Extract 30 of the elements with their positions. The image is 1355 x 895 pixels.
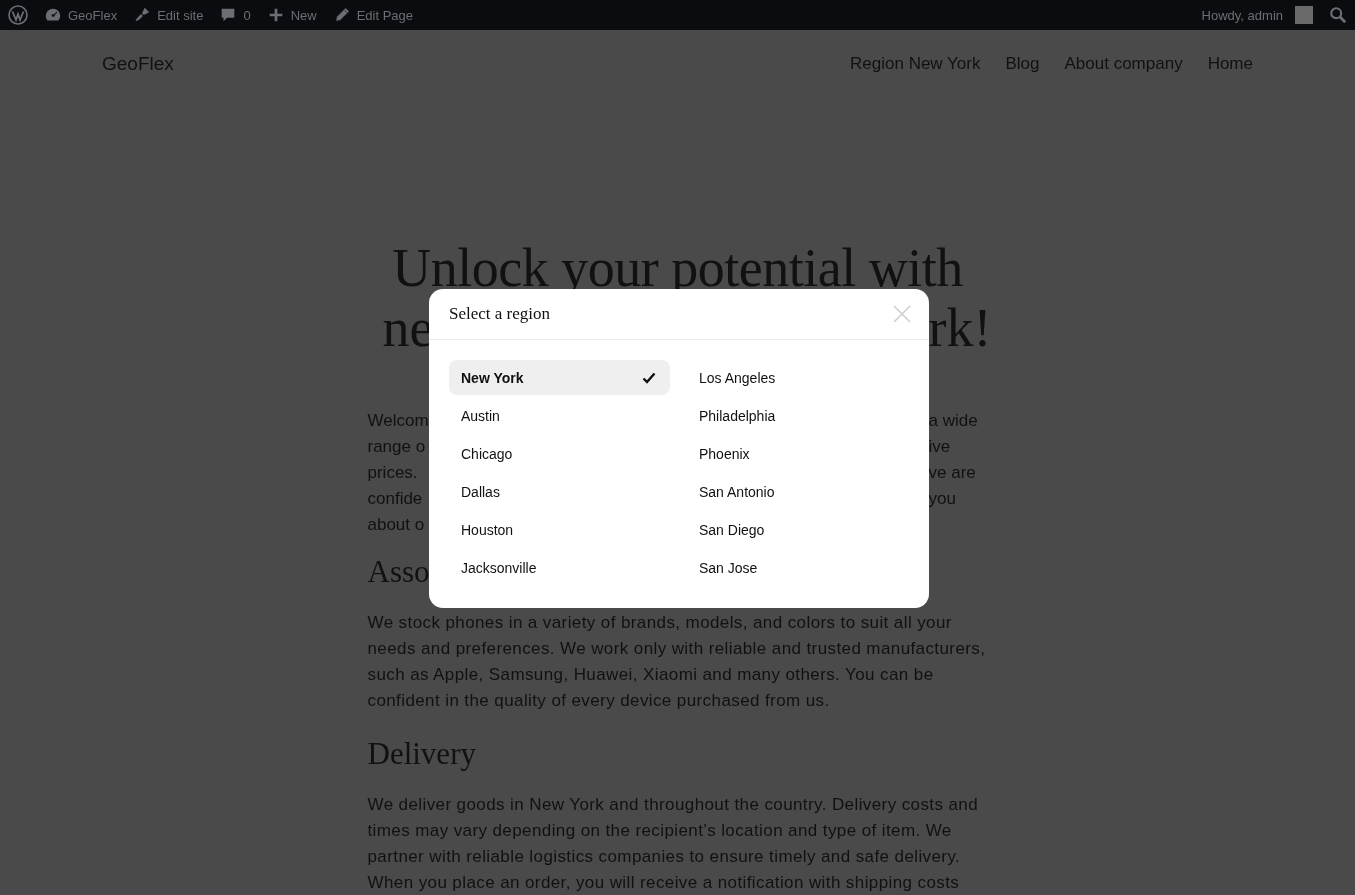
text-fragment: a wide bbox=[928, 410, 978, 432]
text-fragment: confide bbox=[367, 488, 423, 510]
text-fragment: you bbox=[928, 488, 956, 510]
paragraph: We stock phones in a variety of brands, models, and colors to suit all your needs and preferences. We work only with reliable and trusted manufacturers, such as Apple, Samsung, Huawei, Xiaomi and many others. You can be confident in the quality of every device purchased from us. bbox=[367, 612, 987, 712]
close-icon bbox=[893, 305, 911, 323]
paragraph: We deliver goods in New York and throughout the country. Delivery costs and times may vary depending on the recipient’s location and type of item. We partner with reliable logistics companies to ensure timely and safe delivery. When you place an order, you will receive a notification with shipping costs bbox=[367, 794, 980, 894]
admin-bar-link[interactable]: 0 bbox=[219, 0, 251, 30]
text-fragment: prices. bbox=[367, 462, 418, 484]
heading-fragment: Asso bbox=[367, 553, 430, 591]
wordpress-logo-icon bbox=[8, 5, 28, 25]
text-fragment: about o bbox=[367, 514, 425, 536]
search-icon[interactable] bbox=[1329, 6, 1347, 24]
avatar-icon bbox=[1295, 6, 1313, 24]
brush-icon bbox=[133, 6, 152, 24]
admin-bar-link[interactable]: Edit site bbox=[133, 0, 204, 30]
pencil-icon bbox=[332, 6, 351, 24]
hero-title-fragment: rk! bbox=[928, 298, 992, 358]
admin-bar-link[interactable]: New bbox=[266, 0, 317, 30]
admin-bar-link[interactable]: Edit Page bbox=[332, 0, 413, 30]
text-fragment: ve are bbox=[928, 462, 976, 484]
region-option[interactable]: New York bbox=[449, 360, 670, 395]
text-fragment: Welcom bbox=[367, 410, 429, 432]
hero-title-fragment: ne bbox=[381, 298, 434, 358]
text-fragment: ive bbox=[928, 436, 951, 458]
text-fragment: range o bbox=[367, 436, 426, 458]
account-link[interactable]: Howdy, admin bbox=[1201, 0, 1313, 30]
check-icon bbox=[642, 371, 656, 384]
dialog-title: Select a region bbox=[449, 304, 550, 324]
admin-bar-link[interactable]: GeoFlex bbox=[44, 0, 118, 30]
section-heading: Delivery bbox=[367, 735, 477, 773]
